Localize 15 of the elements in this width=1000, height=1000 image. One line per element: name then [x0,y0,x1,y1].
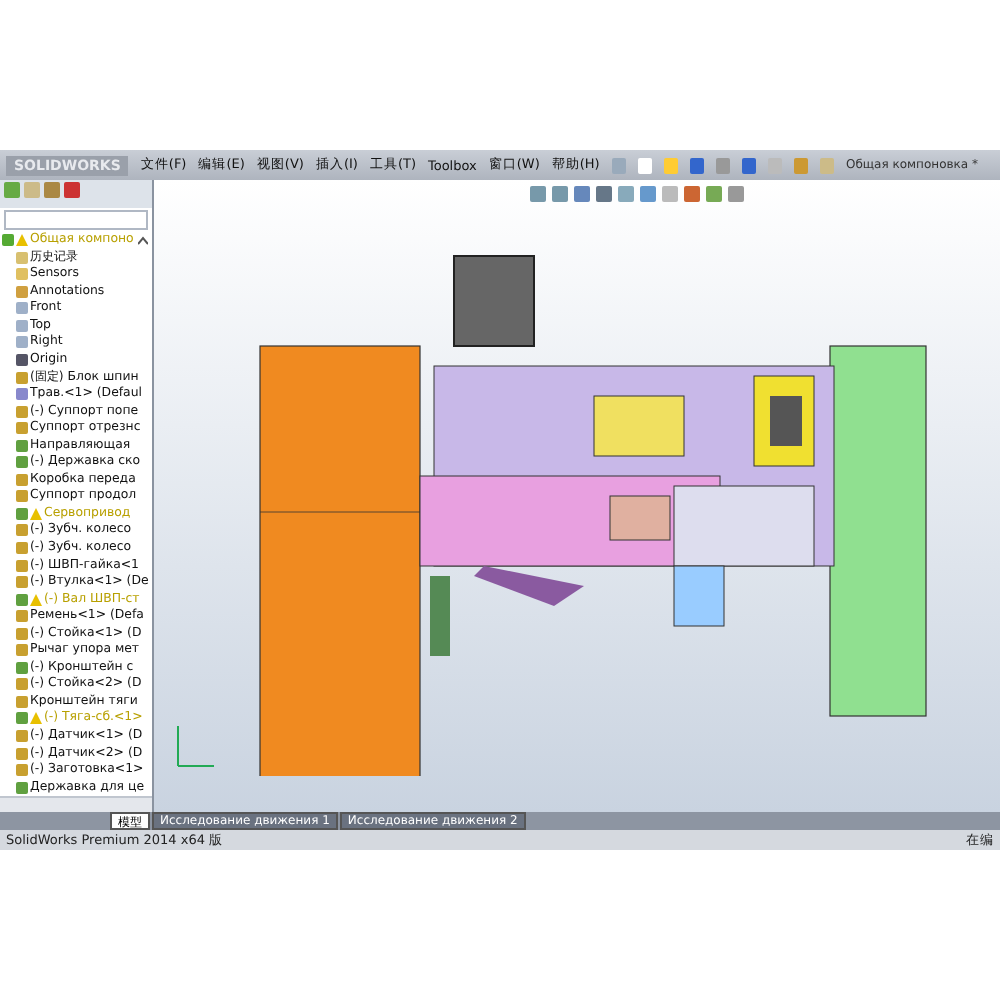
history-icon [16,251,28,264]
caret-icon[interactable] [138,235,148,246]
horizontal-scrollbar[interactable] [0,796,152,812]
subassembly-icon [16,712,28,725]
origin-icon [16,353,28,366]
part-icon [16,388,28,401]
subassembly-icon [16,661,28,674]
assembly-icon [2,234,14,247]
subassembly-icon [16,781,28,794]
filter-field[interactable] [4,209,148,230]
annotation-icon [16,285,28,298]
assembly-icon [16,371,28,384]
subassembly-icon [16,593,28,606]
sensor-icon [16,268,28,281]
subassembly-icon [16,507,28,520]
